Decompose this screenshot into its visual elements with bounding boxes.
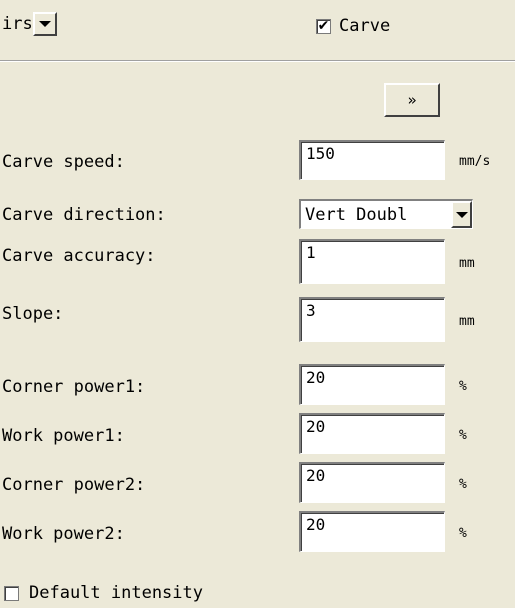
carve-speed-input[interactable]: 150 xyxy=(299,140,445,180)
carve-checkbox-row[interactable]: ✔ Carve xyxy=(316,16,390,36)
work-power2-label: Work power2: xyxy=(2,524,125,544)
corner-power1-unit: % xyxy=(459,379,467,394)
top-dropdown[interactable]: irs xyxy=(0,11,80,37)
top-dropdown-value: irs xyxy=(2,14,33,34)
default-intensity-label: Default intensity xyxy=(29,583,203,603)
top-dropdown-button[interactable] xyxy=(32,12,57,36)
chevron-down-icon xyxy=(455,211,468,218)
expand-button[interactable]: » xyxy=(384,83,440,117)
chevron-down-icon xyxy=(38,21,51,27)
carve-checkbox[interactable]: ✔ xyxy=(316,18,331,34)
carve-speed-label: Carve speed: xyxy=(2,152,125,172)
carve-speed-unit: mm/s xyxy=(459,154,491,169)
carve-direction-value: Vert Doubl xyxy=(305,204,408,225)
carve-accuracy-unit: mm xyxy=(459,256,475,271)
work-power2-unit: % xyxy=(459,526,467,541)
default-intensity-row[interactable]: Default intensity xyxy=(4,583,203,603)
work-power1-label: Work power1: xyxy=(2,426,125,446)
divider-highlight xyxy=(0,61,515,62)
carve-accuracy-label: Carve accuracy: xyxy=(2,246,156,266)
slope-input[interactable]: 3 xyxy=(299,297,445,342)
carve-accuracy-input[interactable]: 1 xyxy=(299,239,445,284)
carve-direction-label: Carve direction: xyxy=(2,205,166,225)
corner-power2-unit: % xyxy=(459,477,467,492)
work-power1-input[interactable]: 20 xyxy=(299,413,445,454)
corner-power2-label: Corner power2: xyxy=(2,475,146,495)
work-power2-input[interactable]: 20 xyxy=(299,511,445,552)
corner-power2-input[interactable]: 20 xyxy=(299,462,445,503)
corner-power1-label: Corner power1: xyxy=(2,377,146,397)
corner-power1-input[interactable]: 20 xyxy=(299,364,445,405)
carve-checkbox-label: Carve xyxy=(339,16,391,36)
carve-direction-select[interactable]: Vert Doubl xyxy=(299,199,473,229)
slope-label: Slope: xyxy=(2,304,64,324)
carve-direction-dropdown-button[interactable] xyxy=(451,201,472,228)
default-intensity-checkbox[interactable] xyxy=(4,585,19,601)
work-power1-unit: % xyxy=(459,428,467,443)
slope-unit: mm xyxy=(459,314,475,329)
